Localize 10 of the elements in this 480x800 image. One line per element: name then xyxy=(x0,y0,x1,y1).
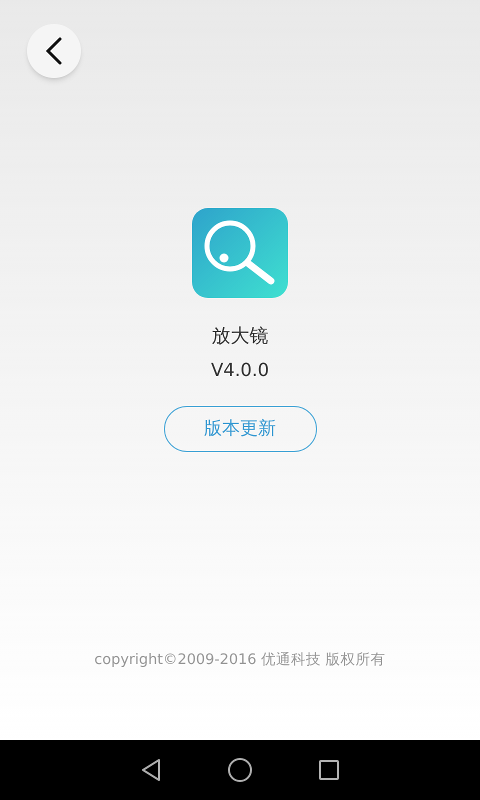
home-icon[interactable] xyxy=(227,757,253,783)
app-version: V4.0.0 xyxy=(210,358,270,382)
back-icon xyxy=(44,37,64,65)
recents-icon[interactable] xyxy=(318,759,340,781)
magnifier-app-icon xyxy=(192,208,288,298)
update-button[interactable]: 版本更新 xyxy=(164,406,316,452)
back-button[interactable] xyxy=(27,24,81,78)
copyright-text: copyright©2009-2016 优通科技 版权所有 xyxy=(94,651,386,670)
app-name: 放大镜 xyxy=(212,324,268,349)
back-icon[interactable] xyxy=(140,758,162,782)
